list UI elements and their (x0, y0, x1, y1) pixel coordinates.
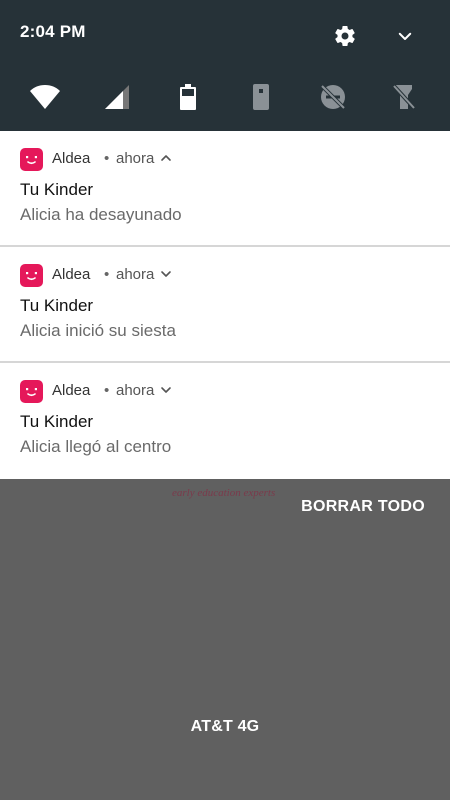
battery-tile[interactable] (170, 78, 206, 116)
notification-time: ahora (116, 382, 155, 399)
aldea-app-icon (20, 148, 43, 171)
auto-rotate-icon (253, 84, 269, 110)
notification-separator: • (104, 266, 110, 283)
notification-list: Aldea • ahora Tu Kinder Alicia ha desayu… (0, 131, 450, 479)
aldea-app-icon (20, 264, 43, 287)
notification-app-name: Aldea (52, 266, 91, 283)
flashlight-off-icon (393, 84, 415, 110)
clear-all-button[interactable]: BORRAR TODO (301, 498, 425, 516)
notification-card[interactable]: Aldea • ahora Tu Kinder Alicia ha desayu… (0, 131, 450, 247)
aldea-app-icon (20, 380, 43, 403)
chevron-up-icon[interactable] (159, 151, 173, 165)
settings-button[interactable] (329, 20, 361, 52)
background-logo-tagline: early education experts (172, 487, 276, 499)
notification-time: ahora (116, 266, 155, 283)
cellular-tile[interactable] (99, 78, 135, 116)
chevron-down-icon[interactable] (159, 267, 173, 281)
status-time: 2:04 PM (20, 22, 86, 41)
notification-title: Tu Kinder (20, 412, 94, 431)
chevron-down-icon[interactable] (159, 383, 173, 397)
do-not-disturb-off-icon (320, 84, 346, 110)
flashlight-tile[interactable] (386, 78, 422, 116)
gear-icon (335, 26, 355, 47)
notification-separator: • (104, 150, 110, 167)
do-not-disturb-tile[interactable] (315, 78, 351, 116)
auto-rotate-tile[interactable] (243, 78, 279, 116)
quick-settings-row (0, 78, 450, 116)
carrier-label: AT&T 4G (190, 718, 260, 735)
cellular-signal-icon (105, 85, 129, 109)
notification-text: Alicia inició su siesta (20, 321, 176, 340)
notification-title: Tu Kinder (20, 180, 94, 199)
notification-title: Tu Kinder (20, 296, 94, 315)
wifi-icon (30, 85, 60, 109)
notification-card[interactable]: Aldea • ahora Tu Kinder Alicia inició su… (0, 247, 450, 363)
wifi-tile[interactable] (27, 78, 63, 116)
notification-card[interactable]: Aldea • ahora Tu Kinder Alicia llegó al … (0, 363, 450, 479)
notification-time: ahora (116, 150, 155, 167)
collapse-shade-button[interactable] (389, 20, 421, 52)
chevron-down-icon (398, 32, 412, 40)
notification-text: Alicia llegó al centro (20, 437, 172, 456)
battery-icon (180, 84, 196, 110)
notification-separator: • (104, 382, 110, 399)
notification-shade-header: 2:04 PM (0, 0, 450, 131)
notification-app-name: Aldea (52, 150, 91, 167)
notification-text: Alicia ha desayunado (20, 205, 182, 224)
notification-app-name: Aldea (52, 382, 91, 399)
